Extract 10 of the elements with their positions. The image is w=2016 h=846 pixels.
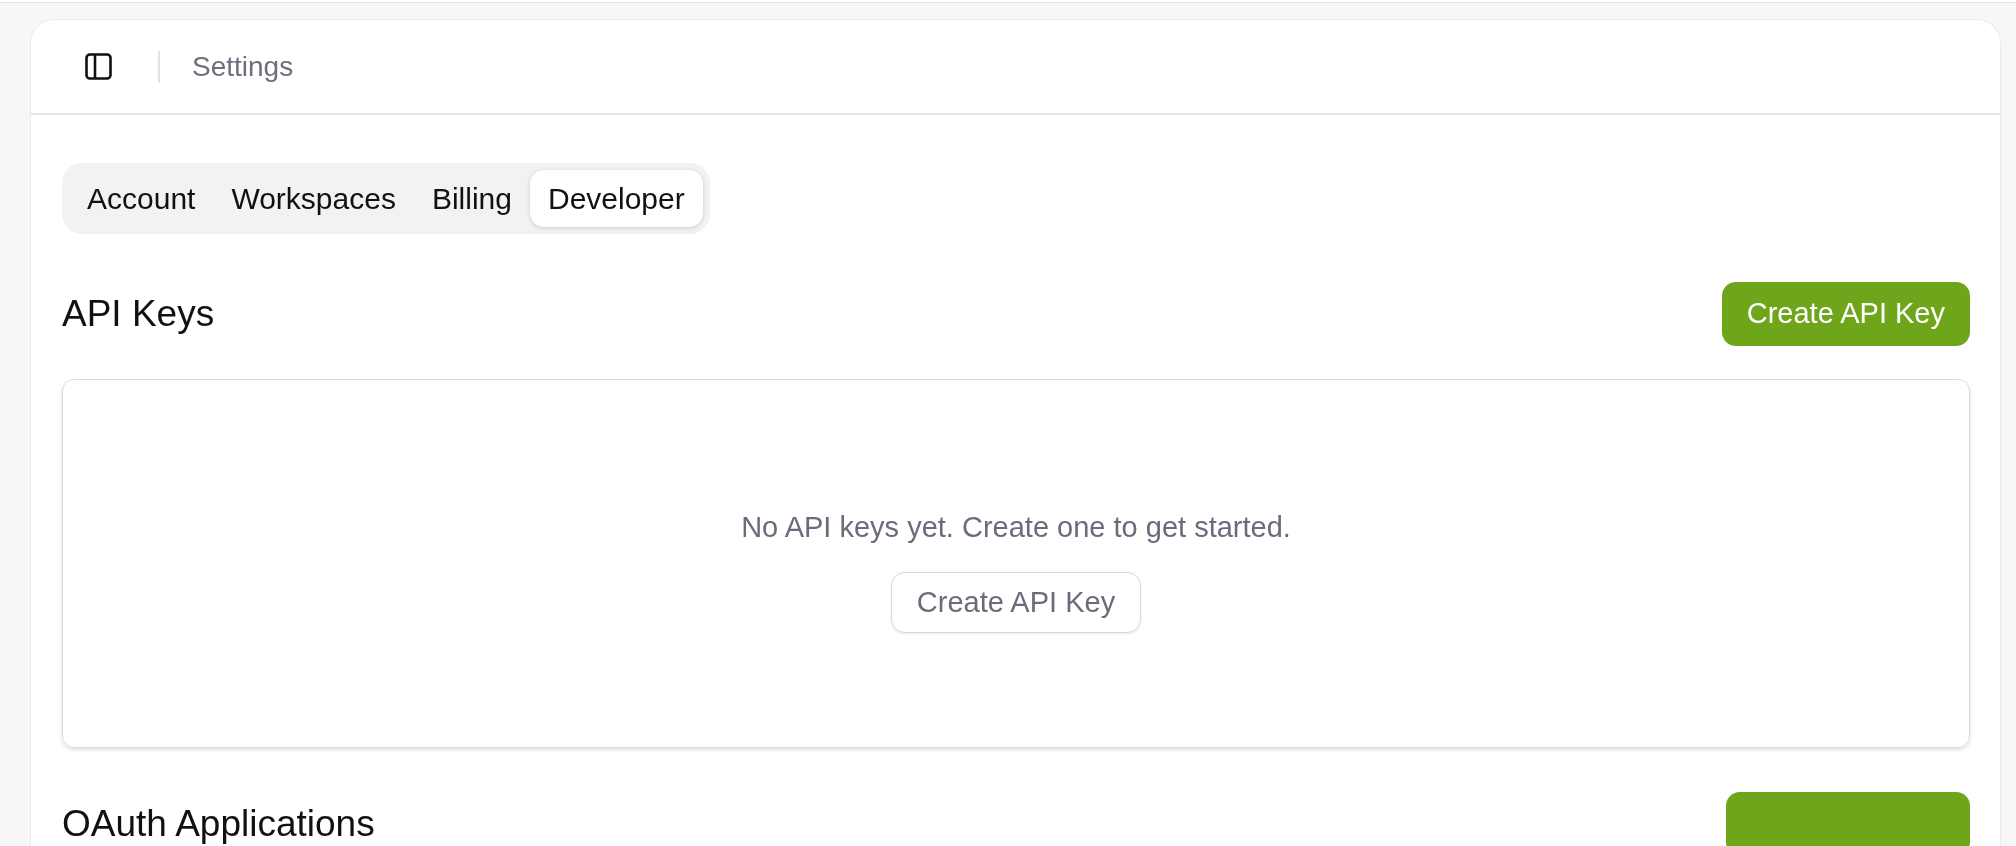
tab[interactable]: Workspaces — [213, 170, 414, 227]
section-heading: OAuth Applications — [62, 804, 375, 844]
tab[interactable]: Developer — [529, 170, 703, 227]
empty-state-message: No API keys yet. Create one to get started. — [741, 510, 1291, 545]
section-heading: API Keys — [62, 294, 215, 334]
tab[interactable]: Billing — [413, 170, 530, 227]
secondary-button[interactable]: Create API Key — [890, 572, 1142, 633]
sidebar-icon[interactable] — [85, 53, 112, 80]
page-title: Settings — [192, 49, 294, 84]
tab[interactable]: Account — [69, 170, 214, 227]
